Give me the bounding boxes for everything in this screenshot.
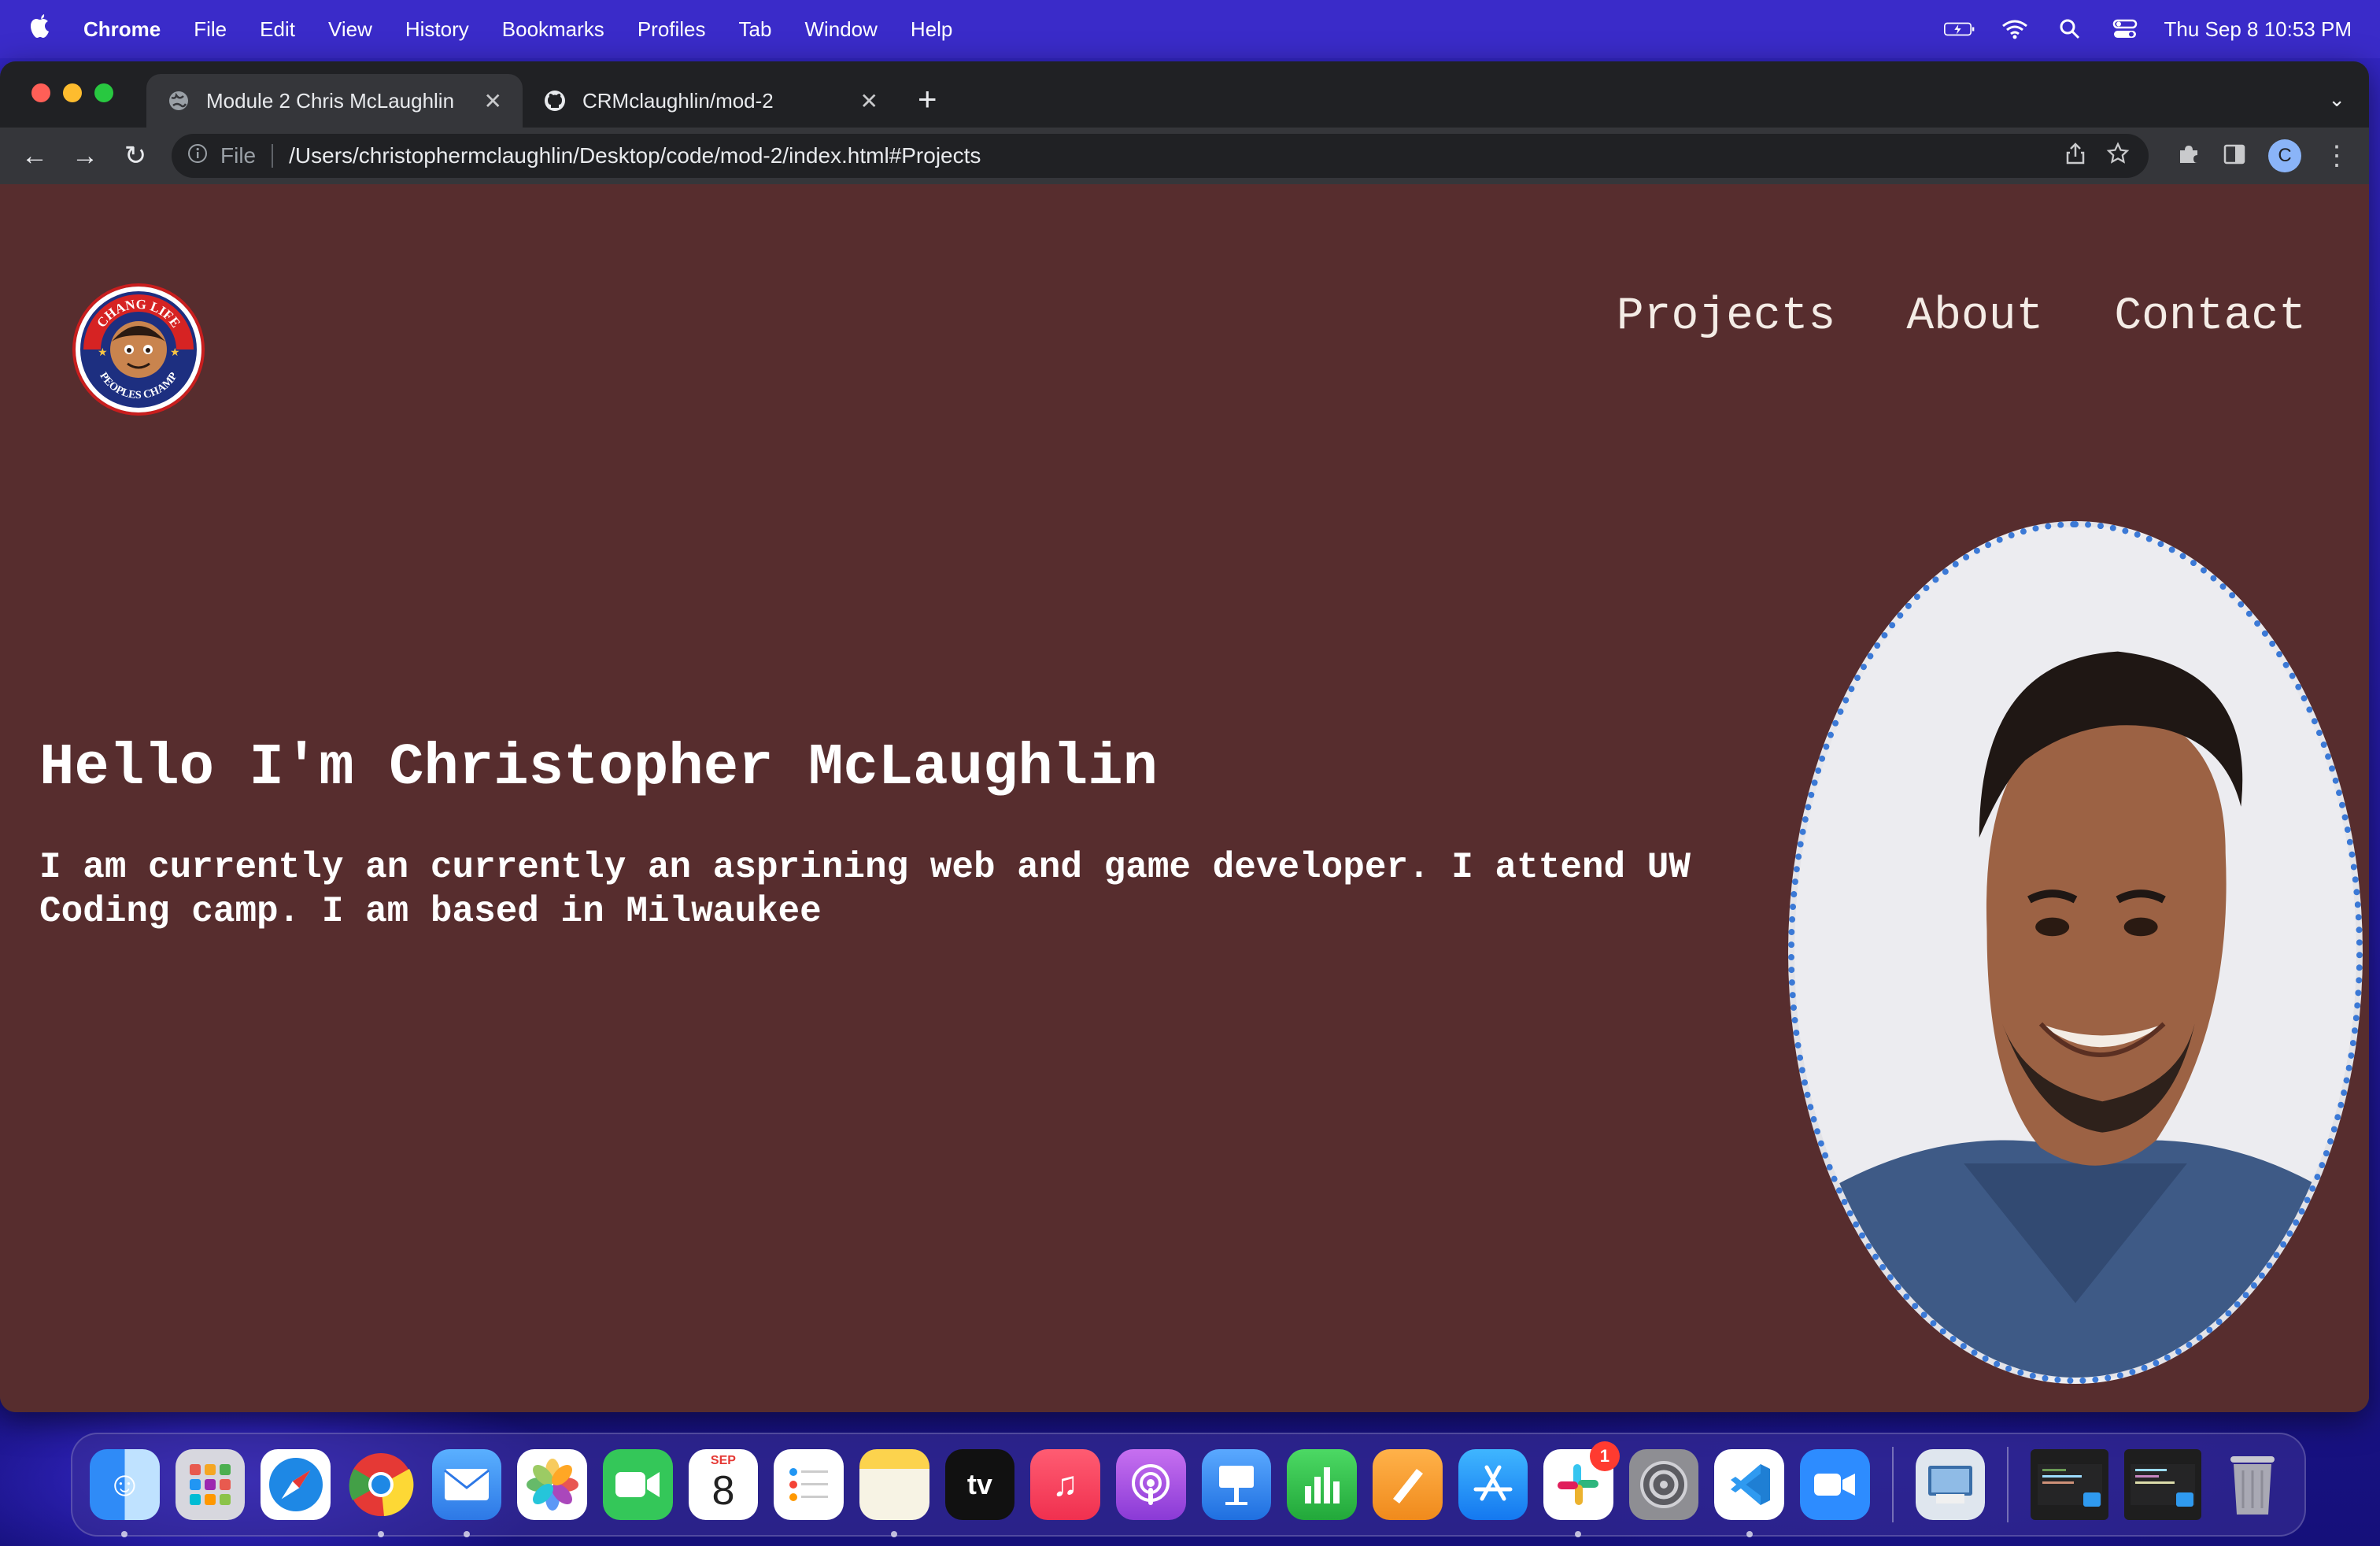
control-center-icon[interactable] <box>2109 19 2141 39</box>
safari-icon[interactable] <box>261 1449 331 1520</box>
forward-button[interactable]: → <box>60 131 110 181</box>
vscode-icon[interactable] <box>1714 1449 1785 1537</box>
browser-toolbar: ← → ↻ File /Users/christophermclaughlin/… <box>0 128 2369 184</box>
tab-title: CRMclaughlin/mod-2 <box>582 88 774 113</box>
menu-bar: Chrome File Edit View History Bookmarks … <box>0 0 2380 58</box>
facetime-icon[interactable] <box>602 1449 673 1520</box>
music-icon[interactable]: ♫ <box>1030 1449 1100 1520</box>
menu-help[interactable]: Help <box>911 17 952 42</box>
reminders-icon[interactable] <box>774 1449 844 1520</box>
chang-life-logo: CHANG LIFE PEOPLES CHAMP ★ ★ <box>82 293 195 406</box>
chrome-icon[interactable] <box>346 1449 416 1537</box>
info-icon[interactable] <box>187 143 208 169</box>
profile-photo <box>1788 521 2363 1384</box>
menu-app-chrome[interactable]: Chrome <box>83 17 161 42</box>
menubar-clock[interactable]: Thu Sep 8 10:53 PM <box>2164 17 2352 42</box>
extensions-puzzle-icon[interactable] <box>2177 142 2201 170</box>
tab-module-2[interactable]: Module 2 Chris McLaughlin ✕ <box>146 74 523 128</box>
calendar-month: SEP <box>710 1454 736 1467</box>
pages-icon[interactable] <box>1372 1449 1443 1520</box>
site-logo[interactable]: CHANG LIFE PEOPLES CHAMP ★ ★ <box>76 287 201 412</box>
notes-icon[interactable] <box>859 1449 929 1537</box>
hero-description: I am currently an currently an asprining… <box>39 847 1691 932</box>
url-text[interactable]: /Users/christophermclaughlin/Desktop/cod… <box>289 143 981 168</box>
finder-icon[interactable]: ☺ <box>90 1449 160 1537</box>
calendar-icon[interactable]: SEP 8 <box>688 1449 759 1520</box>
browser-window: Module 2 Chris McLaughlin ✕ CRMclaughlin… <box>0 61 2369 1412</box>
profile-avatar[interactable]: C <box>2268 139 2301 172</box>
window-controls <box>31 83 113 102</box>
trash-icon[interactable] <box>2217 1449 2287 1520</box>
share-icon[interactable] <box>2065 142 2086 171</box>
apple-menu-icon[interactable] <box>28 13 55 46</box>
vscode-window-thumb-2[interactable] <box>2123 1449 2202 1520</box>
address-bar[interactable]: File /Users/christophermclaughlin/Deskto… <box>172 134 2149 178</box>
menu-profiles[interactable]: Profiles <box>638 17 706 42</box>
photos-icon[interactable] <box>517 1449 587 1520</box>
reload-button[interactable]: ↻ <box>110 131 161 181</box>
close-tab-icon[interactable]: ✕ <box>860 88 878 114</box>
keynote-icon[interactable] <box>1201 1449 1272 1520</box>
tab-github-mod-2[interactable]: CRMclaughlin/mod-2 ✕ <box>523 74 899 128</box>
nav-link-about[interactable]: About <box>1906 291 2043 342</box>
menu-tab[interactable]: Tab <box>739 17 772 42</box>
nav-link-projects[interactable]: Projects <box>1617 291 1835 342</box>
tab-search-chevron-icon[interactable]: ⌄ <box>2328 87 2345 112</box>
close-window-button[interactable] <box>31 83 50 102</box>
address-divider <box>272 144 274 168</box>
nav-link-contact[interactable]: Contact <box>2114 291 2306 342</box>
toolbar-actions: C ⋮ <box>2177 134 2350 178</box>
hero-title: Hello I'm Christopher McLaughlin <box>39 735 1159 801</box>
menu-view[interactable]: View <box>328 17 372 42</box>
system-preferences-icon[interactable] <box>1628 1449 1699 1520</box>
preview-icon[interactable] <box>1915 1449 1986 1520</box>
globe-icon <box>167 89 190 113</box>
spotlight-search-icon[interactable] <box>2054 19 2086 39</box>
dock-separator <box>1891 1447 1894 1522</box>
slack-notification-badge: 1 <box>1589 1441 1620 1471</box>
side-panel-icon[interactable] <box>2223 142 2246 170</box>
dock: ☺ SEP 8 tv ♫ 1 <box>71 1433 2306 1537</box>
zoom-window-button[interactable] <box>94 83 113 102</box>
back-button[interactable]: ← <box>9 131 60 181</box>
menu-window[interactable]: Window <box>804 17 877 42</box>
svg-text:★: ★ <box>98 346 108 358</box>
menu-file[interactable]: File <box>194 17 227 42</box>
battery-icon[interactable] <box>1943 19 1975 39</box>
new-tab-button[interactable]: + <box>918 80 937 118</box>
minimize-window-button[interactable] <box>63 83 82 102</box>
tab-title: Module 2 Chris McLaughlin <box>206 88 455 113</box>
mail-icon[interactable] <box>431 1449 502 1537</box>
launchpad-icon[interactable] <box>175 1449 246 1520</box>
site-nav: Projects About Contact <box>1617 291 2306 342</box>
tab-strip: Module 2 Chris McLaughlin ✕ CRMclaughlin… <box>0 61 2369 128</box>
close-tab-icon[interactable]: ✕ <box>484 88 502 114</box>
slack-icon[interactable]: 1 <box>1543 1441 1620 1537</box>
appstore-icon[interactable] <box>1458 1449 1528 1520</box>
menu-edit[interactable]: Edit <box>260 17 295 42</box>
vscode-window-thumb-1[interactable] <box>2031 1449 2108 1520</box>
appletv-icon[interactable]: tv <box>944 1449 1015 1520</box>
menu-bookmarks[interactable]: Bookmarks <box>502 17 604 42</box>
dock-separator <box>2007 1447 2009 1522</box>
calendar-day: 8 <box>711 1468 735 1514</box>
podcasts-icon[interactable] <box>1115 1449 1186 1520</box>
bookmark-star-icon[interactable] <box>2106 141 2130 171</box>
svg-text:★: ★ <box>170 346 180 358</box>
status-area: Thu Sep 8 10:53 PM <box>1943 17 2352 42</box>
more-menu-icon[interactable]: ⋮ <box>2323 140 2350 172</box>
numbers-icon[interactable] <box>1287 1449 1357 1520</box>
menu-history[interactable]: History <box>405 17 469 42</box>
portrait-illustration <box>1794 527 2356 1378</box>
omnibox-actions <box>2065 141 2149 171</box>
wifi-icon[interactable] <box>1999 19 2031 39</box>
page-viewport: CHANG LIFE PEOPLES CHAMP ★ ★ Projects Ab… <box>0 184 2369 1412</box>
github-icon <box>543 89 567 113</box>
zoom-icon[interactable] <box>1800 1449 1870 1520</box>
url-scheme-label: File <box>220 143 257 168</box>
